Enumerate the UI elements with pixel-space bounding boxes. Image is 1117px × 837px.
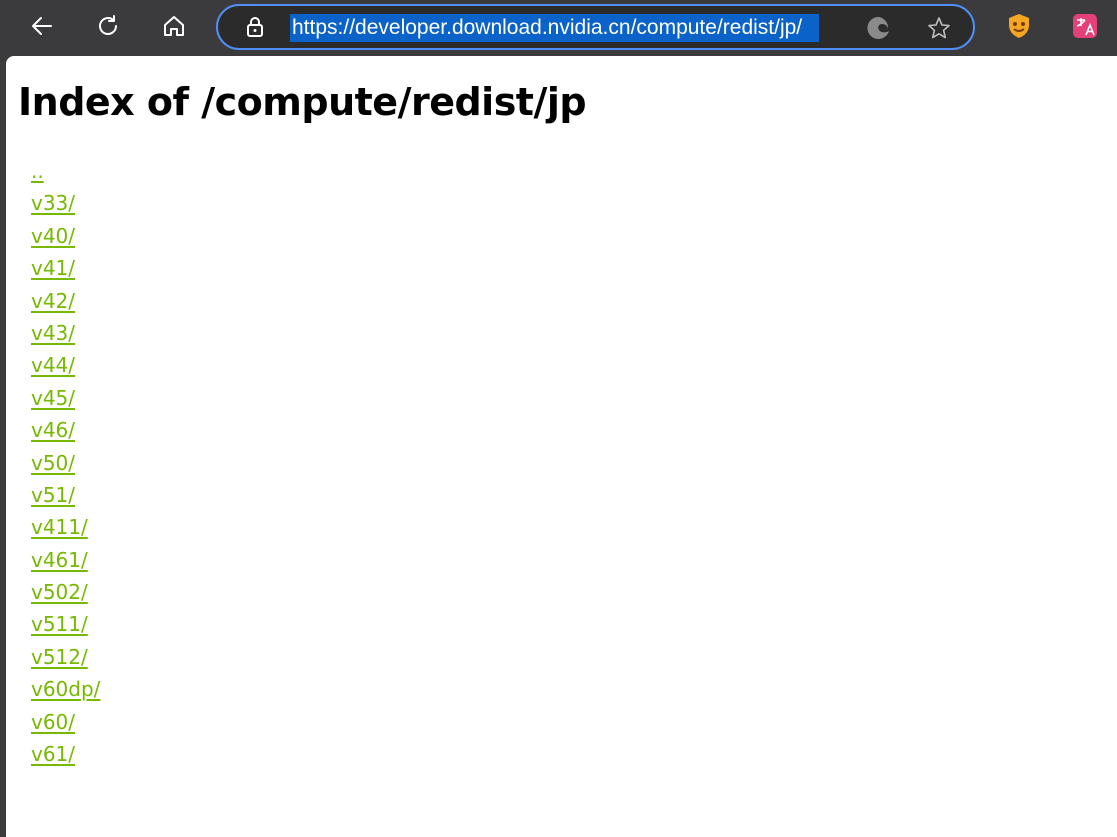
- refresh-button[interactable]: [90, 8, 126, 44]
- page-content: Index of /compute/redist/jp .. v33/ v40/…: [6, 56, 1117, 837]
- list-item: v33/: [31, 188, 100, 220]
- entry-link-v61[interactable]: v61/: [31, 742, 75, 766]
- list-item: v50/: [31, 448, 100, 480]
- list-item: v511/: [31, 609, 100, 641]
- shield-extension-icon[interactable]: [1005, 12, 1033, 40]
- entry-link-v42[interactable]: v42/: [31, 289, 75, 313]
- list-item: v512/: [31, 642, 100, 674]
- list-item: v41/: [31, 253, 100, 285]
- list-item: ..: [31, 156, 100, 188]
- list-item: v46/: [31, 415, 100, 447]
- entry-link-v50[interactable]: v50/: [31, 451, 75, 475]
- list-item: v45/: [31, 383, 100, 415]
- lock-icon[interactable]: [244, 16, 266, 38]
- entry-link-v60dp[interactable]: v60dp/: [31, 677, 100, 701]
- address-bar[interactable]: https://developer.download.nvidia.cn/com…: [216, 4, 975, 50]
- star-icon[interactable]: [926, 15, 952, 41]
- entry-link-v461[interactable]: v461/: [31, 548, 88, 572]
- refresh-icon: [99, 15, 117, 35]
- entry-link-v51[interactable]: v51/: [31, 483, 75, 507]
- list-item: v60/: [31, 707, 100, 739]
- list-item: v502/: [31, 577, 100, 609]
- entry-link-v40[interactable]: v40/: [31, 224, 75, 248]
- list-item: v40/: [31, 221, 100, 253]
- entry-link-v45[interactable]: v45/: [31, 386, 75, 410]
- back-button[interactable]: [24, 8, 60, 44]
- page-title: Index of /compute/redist/jp: [18, 80, 587, 124]
- entry-link-v502[interactable]: v502/: [31, 580, 88, 604]
- entry-link-v33[interactable]: v33/: [31, 191, 75, 215]
- list-item: v51/: [31, 480, 100, 512]
- list-item: v461/: [31, 545, 100, 577]
- entry-link-v60[interactable]: v60/: [31, 710, 75, 734]
- entry-link-v511[interactable]: v511/: [31, 612, 88, 636]
- entry-link-v46[interactable]: v46/: [31, 418, 75, 442]
- list-item: v42/: [31, 286, 100, 318]
- list-item: v43/: [31, 318, 100, 350]
- home-icon: [164, 16, 184, 36]
- directory-listing: .. v33/ v40/ v41/ v42/ v43/ v44/ v45/ v4…: [31, 156, 100, 771]
- entry-link-v43[interactable]: v43/: [31, 321, 75, 345]
- entry-link-v41[interactable]: v41/: [31, 256, 75, 280]
- back-arrow-icon: [32, 17, 52, 35]
- edge-icon[interactable]: [866, 15, 892, 41]
- list-item: v44/: [31, 350, 100, 382]
- home-button[interactable]: [156, 8, 192, 44]
- entry-link-parent[interactable]: ..: [31, 159, 44, 183]
- list-item: v60dp/: [31, 674, 100, 706]
- list-item: v61/: [31, 739, 100, 771]
- entry-link-v512[interactable]: v512/: [31, 645, 88, 669]
- translate-extension-icon[interactable]: [1071, 12, 1099, 40]
- list-item: v411/: [31, 512, 100, 544]
- url-text[interactable]: https://developer.download.nvidia.cn/com…: [290, 14, 819, 42]
- entry-link-v411[interactable]: v411/: [31, 515, 88, 539]
- entry-link-v44[interactable]: v44/: [31, 353, 75, 377]
- browser-toolbar: https://developer.download.nvidia.cn/com…: [0, 0, 1117, 56]
